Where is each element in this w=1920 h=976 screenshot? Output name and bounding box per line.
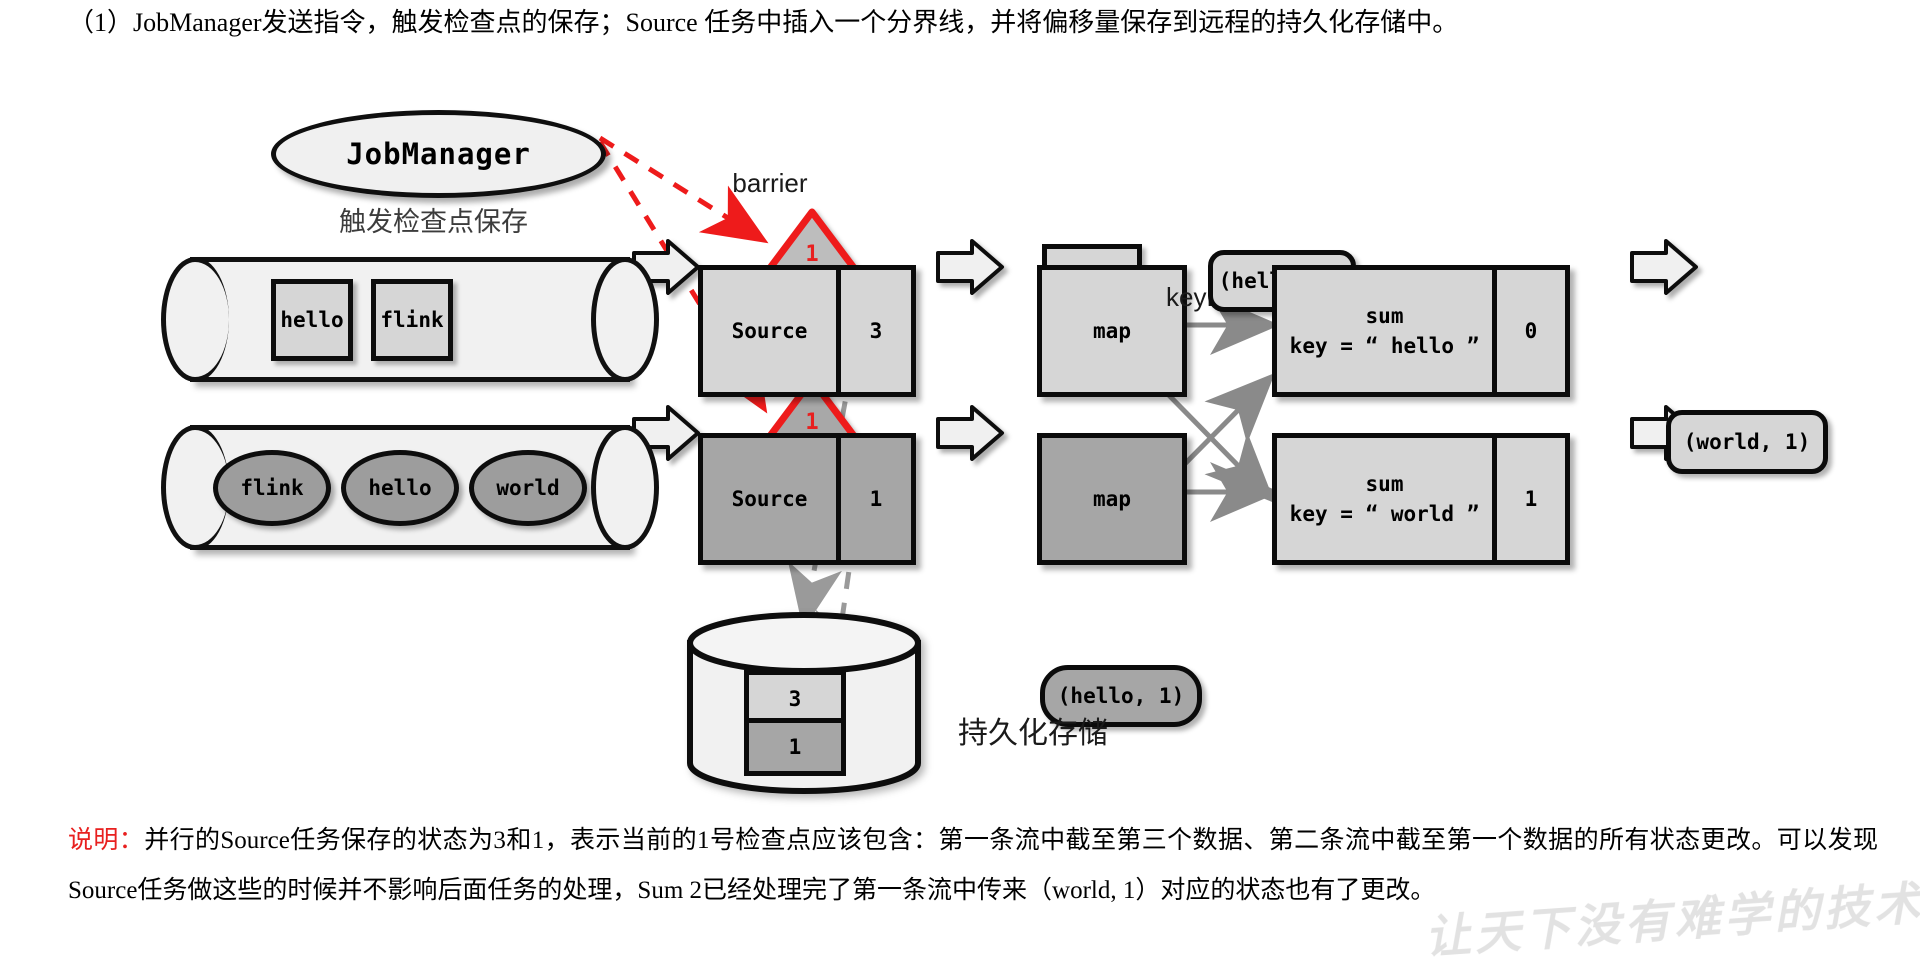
- stream-2-pipe: flink hello world: [161, 425, 659, 550]
- map-1-label-cell: map: [1042, 270, 1182, 392]
- jobmanager-node: JobManager: [271, 110, 606, 198]
- persistent-storage-label: 持久化存储: [958, 717, 1108, 750]
- explanation-label: 说明：: [68, 827, 145, 854]
- diagram-page: （1）JobManager发送指令，触发检查点的保存；Source 任务中插入一…: [0, 0, 1920, 976]
- source-1-node: Source 3: [698, 265, 916, 397]
- sum-2-line1: sum: [1365, 472, 1404, 496]
- barrier-number: 1: [805, 242, 819, 267]
- source-2-label-cell: Source: [703, 438, 836, 560]
- source-2-state-cell: 1: [836, 438, 911, 560]
- source-1-state-cell: 3: [836, 270, 911, 392]
- flink-checkpoint-diagram: JobManager 触发检查点保存 barrier hello flink f…: [0, 60, 1920, 820]
- barrier-label: barrier: [732, 168, 808, 198]
- stream-1-token: hello: [271, 278, 353, 361]
- stream-2-token: world: [469, 449, 587, 526]
- sum-1-state-cell: 0: [1492, 270, 1565, 392]
- top-caption: （1）JobManager发送指令，触发检查点的保存；Source 任务中插入一…: [68, 8, 1459, 37]
- explanation-paragraph: 说明：并行的Source任务保存的状态为3和1，表示当前的1号检查点应该包含：第…: [68, 816, 1878, 916]
- source-1-label-cell: Source: [703, 270, 836, 392]
- sum-1-label-cell: sum key = “ hello ”: [1277, 270, 1492, 392]
- barrier-number: 1: [805, 410, 819, 435]
- stream-2-token: hello: [341, 449, 459, 526]
- map-2-node: map: [1037, 433, 1187, 565]
- stream-2-token: flink: [213, 449, 331, 526]
- persistent-storage: 3 1: [684, 612, 924, 795]
- stream-1-token: flink: [371, 278, 453, 361]
- map-2-label-cell: map: [1042, 438, 1182, 560]
- jobmanager-label: JobManager: [346, 137, 531, 171]
- sum-2-state-cell: 1: [1492, 438, 1565, 560]
- sum-1-node: sum key = “ hello ” 0: [1272, 265, 1570, 397]
- sum-1-line1: sum: [1365, 304, 1404, 328]
- storage-cell: 1: [744, 718, 846, 776]
- sum-2-output-record: (world, 1): [1666, 410, 1828, 474]
- sum-1-line2: key = “ hello ”: [1289, 334, 1480, 358]
- sum-2-label-cell: sum key = “ world ”: [1277, 438, 1492, 560]
- explanation-body: 并行的Source任务保存的状态为3和1，表示当前的1号检查点应该包含：第一条流…: [68, 827, 1878, 904]
- source-2-node: Source 1: [698, 433, 916, 565]
- sum-2-node: sum key = “ world ” 1: [1272, 433, 1570, 565]
- jobmanager-subtitle: 触发检查点保存: [339, 207, 528, 237]
- sum-2-line2: key = “ world ”: [1289, 502, 1480, 526]
- map-1-node: map: [1037, 265, 1187, 397]
- stream-1-pipe: hello flink: [161, 257, 659, 382]
